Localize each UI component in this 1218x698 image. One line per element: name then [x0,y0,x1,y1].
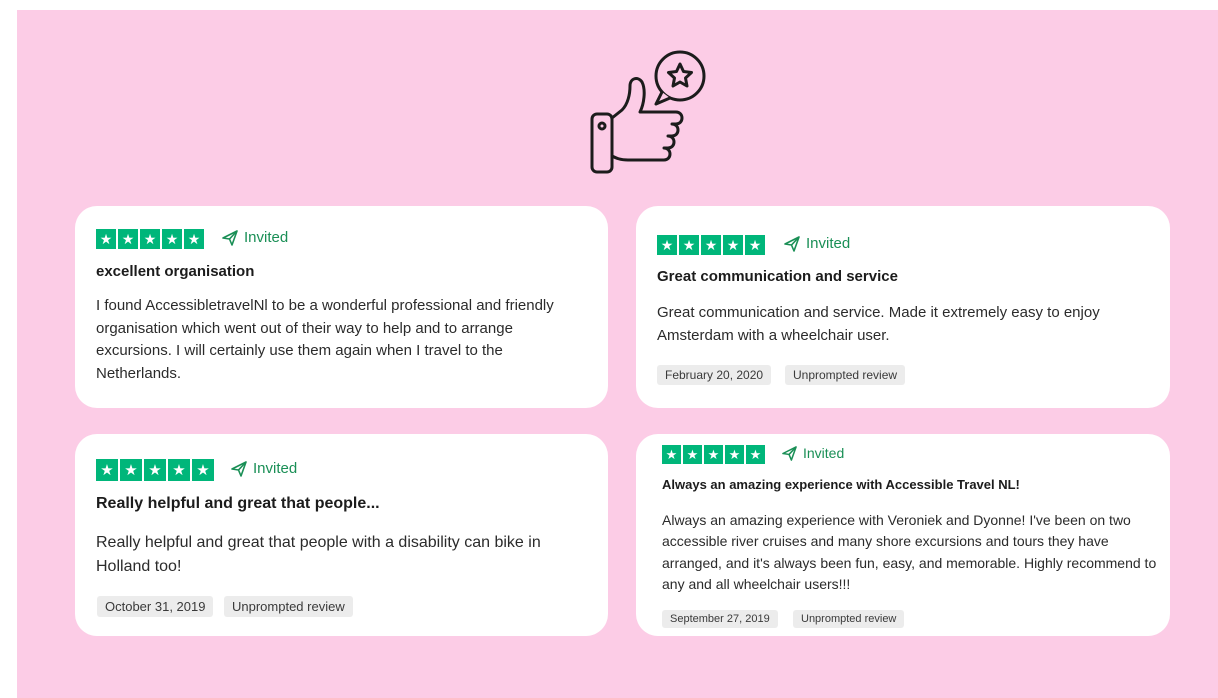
invited-label: Invited [803,445,845,461]
paper-plane-icon [231,460,247,477]
star-icon: ★ [679,235,699,255]
review-date: September 27, 2019 [662,610,778,628]
star-icon: ★ [704,445,723,464]
star-icon: ★ [683,445,702,464]
review-card: ★ ★ ★ ★ ★ Invited Great communication an… [636,206,1170,408]
review-date: October 31, 2019 [97,596,214,617]
review-body: I found AccessibletravelNl to be a wonde… [96,297,554,382]
star-icon: ★ [723,235,743,255]
invited-label: Invited [244,229,289,246]
star-icon: ★ [657,235,677,255]
review-title: Always an amazing experience with Access… [662,477,1020,492]
review-card: ★ ★ ★ ★ ★ Invited Always an amazing expe… [636,434,1170,636]
star-icon: ★ [192,459,214,481]
paper-plane-icon [784,235,800,252]
review-body: Really helpful and great that people wit… [96,534,541,575]
review-title: Great communication and service [657,268,898,285]
star-icon: ★ [701,235,721,255]
star-icon: ★ [144,459,166,481]
star-icon: ★ [162,229,182,249]
invited-label: Invited [806,235,851,252]
review-body: Great communication and service. Made it… [657,304,1100,344]
paper-plane-icon [782,445,797,461]
star-icon: ★ [745,235,765,255]
review-tag: Unprompted review [224,596,353,617]
star-icon: ★ [96,459,118,481]
invited-badge: Invited [784,235,850,252]
review-tag: Unprompted review [793,610,905,628]
review-body: Always an amazing experience with Veroni… [662,512,1157,592]
star-icon: ★ [120,459,142,481]
review-tag: Unprompted review [785,365,906,385]
star-rating: ★ ★ ★ ★ ★ [657,235,765,255]
star-rating: ★ ★ ★ ★ ★ [96,229,204,249]
star-rating: ★ ★ ★ ★ ★ [96,459,214,481]
invited-badge: Invited [231,460,297,477]
star-rating: ★ ★ ★ ★ ★ [662,445,765,464]
star-icon: ★ [168,459,190,481]
star-icon: ★ [184,229,204,249]
review-title: excellent organisation [96,263,255,280]
review-title: Really helpful and great that people... [96,495,380,512]
review-card: ★ ★ ★ ★ ★ Invited Really helpful and gre… [75,434,608,636]
star-icon: ★ [118,229,138,249]
star-icon: ★ [140,229,160,249]
star-icon: ★ [725,445,744,464]
thumbs-up-star-icon [590,50,706,174]
star-icon: ★ [662,445,681,464]
invited-badge: Invited [782,445,844,461]
paper-plane-icon [222,229,238,246]
star-icon: ★ [96,229,116,249]
invited-badge: Invited [222,229,288,246]
review-date: February 20, 2020 [657,365,772,385]
star-icon: ★ [746,445,765,464]
invited-label: Invited [253,460,298,477]
review-card: ★ ★ ★ ★ ★ Invited excellent organisation… [75,206,608,408]
